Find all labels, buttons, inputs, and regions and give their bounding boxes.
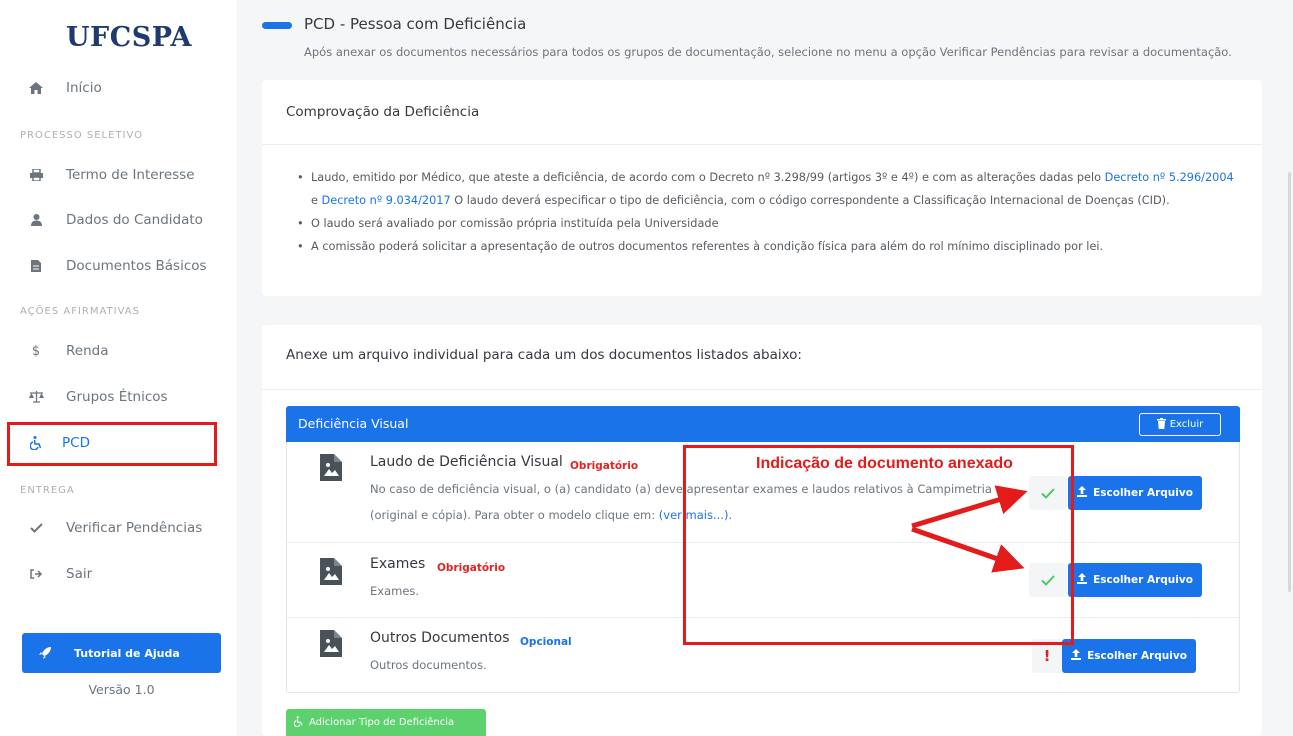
required-badge: Obrigatório: [570, 460, 639, 472]
panel-header: [286, 406, 1240, 442]
bullet-text: Laudo, emitido por Médico, que ateste a …: [311, 171, 1105, 184]
doc-description: Outros documentos.: [370, 658, 487, 672]
comprovacao-list: Laudo, emitido por Médico, que ateste a …: [297, 166, 1262, 258]
file-image-icon: [320, 454, 342, 481]
sidebar-item-label: Termo de Interesse: [66, 167, 195, 183]
sidebar-item-sair[interactable]: Sair: [0, 556, 237, 592]
doc-description: (original e cópia). Para obter o modelo …: [370, 508, 732, 522]
upload-icon: [1077, 486, 1088, 500]
sidebar-item-termo[interactable]: Termo de Interesse: [0, 157, 237, 193]
decreto-5296-link[interactable]: Decreto nº 5.296/2004: [1105, 171, 1234, 184]
page-title: PCD - Pessoa com Deficiência: [304, 15, 527, 33]
sidebar-item-grupos-etnicos[interactable]: Grupos Étnicos: [0, 379, 237, 415]
annotation-highlight-box: [683, 445, 1074, 645]
optional-badge: Opcional: [520, 636, 572, 648]
comprovacao-title: Comprovação da Deficiência: [286, 104, 480, 120]
sidebar-item-label: Dados do Candidato: [66, 212, 203, 228]
user-icon: [28, 214, 44, 226]
escolher-arquivo-button[interactable]: Escolher Arquivo: [1068, 476, 1202, 510]
list-item: Laudo, emitido por Médico, que ateste a …: [297, 166, 1262, 212]
version-text: Versão 1.0: [88, 682, 155, 697]
upload-icon: [1071, 649, 1082, 663]
trash-icon: [1156, 417, 1166, 432]
section-acoes-afirmativas: AÇÕES AFIRMATIVAS: [20, 306, 140, 317]
escolher-arquivo-button[interactable]: Escolher Arquivo: [1068, 563, 1202, 597]
bullet-text: e: [311, 194, 322, 207]
exclamation-icon: !: [1043, 647, 1051, 665]
check-icon: [28, 523, 44, 533]
list-item: A comissão poderá solicitar a apresentaç…: [297, 235, 1262, 258]
required-badge: Obrigatório: [437, 562, 506, 574]
section-processo-seletivo: PROCESSO SELETIVO: [20, 130, 144, 141]
sidebar-item-inicio[interactable]: Início: [0, 70, 237, 106]
logo: UFCSPA: [66, 22, 192, 53]
tutorial-button[interactable]: Tutorial de Ajuda: [22, 633, 221, 673]
doc-title: Laudo de Deficiência Visual: [370, 454, 563, 470]
balance-scale-icon: [28, 391, 44, 403]
section-entrega: ENTREGA: [20, 485, 75, 496]
card-divider: [262, 144, 1262, 145]
anexe-instruction: Anexe um arquivo individual para cada um…: [286, 347, 802, 363]
file-icon: [28, 260, 44, 272]
page-subtitle: Após anexar os documentos necessários pa…: [304, 45, 1232, 59]
sign-out-icon: [28, 569, 44, 579]
sidebar-item-label: Início: [66, 80, 102, 96]
annotation-highlight-pcd: [7, 422, 217, 466]
printer-icon: [28, 169, 44, 181]
tutorial-label: Tutorial de Ajuda: [74, 646, 180, 660]
dollar-icon: $: [31, 343, 41, 359]
excluir-button[interactable]: Excluir: [1139, 413, 1221, 436]
title-accent-pill: [262, 22, 292, 29]
sidebar-item-label: Sair: [66, 566, 93, 582]
list-item: O laudo será avaliado por comissão própr…: [297, 212, 1262, 235]
doc-title: Outros Documentos: [370, 630, 510, 646]
wheelchair-icon: [293, 715, 303, 730]
sidebar-item-label: Renda: [66, 343, 109, 359]
sidebar-item-label: Documentos Básicos: [66, 258, 207, 274]
doc-title: Exames: [370, 556, 426, 572]
upload-icon: [1077, 573, 1088, 587]
page-scrollbar[interactable]: [1288, 172, 1291, 592]
adicionar-tipo-label: Adicionar Tipo de Deficiência: [309, 717, 455, 728]
sidebar-item-dados[interactable]: Dados do Candidato: [0, 202, 237, 238]
upload-label: Escolher Arquivo: [1093, 574, 1193, 586]
sidebar-item-renda[interactable]: $ Renda: [0, 333, 237, 369]
escolher-arquivo-button[interactable]: Escolher Arquivo: [1062, 639, 1196, 673]
sidebar-item-documentos[interactable]: Documentos Básicos: [0, 248, 237, 284]
doc-description-text: (original e cópia). Para obter o modelo …: [370, 508, 659, 522]
upload-label: Escolher Arquivo: [1087, 650, 1187, 662]
sidebar-item-label: Grupos Étnicos: [66, 389, 168, 405]
file-image-icon: [320, 558, 342, 585]
upload-label: Escolher Arquivo: [1093, 487, 1193, 499]
card-divider: [262, 389, 1262, 390]
sidebar-item-label: Verificar Pendências: [66, 520, 203, 536]
panel-title: Deficiência Visual: [298, 416, 409, 431]
rocket-icon: [38, 646, 52, 660]
home-icon: [28, 82, 44, 94]
bullet-text: O laudo deverá especificar o tipo de def…: [450, 194, 1170, 207]
adicionar-tipo-button[interactable]: Adicionar Tipo de Deficiência: [286, 709, 486, 736]
sidebar-item-verificar[interactable]: Verificar Pendências: [0, 510, 237, 546]
file-image-icon: [320, 630, 342, 657]
excluir-label: Excluir: [1169, 419, 1204, 430]
decreto-9034-link[interactable]: Decreto nº 9.034/2017: [322, 194, 451, 207]
doc-description: Exames.: [370, 584, 420, 598]
annotation-label: Indicação de documento anexado: [756, 455, 1013, 472]
sidebar: UFCSPA Início PROCESSO SELETIVO Termo de…: [0, 0, 237, 736]
